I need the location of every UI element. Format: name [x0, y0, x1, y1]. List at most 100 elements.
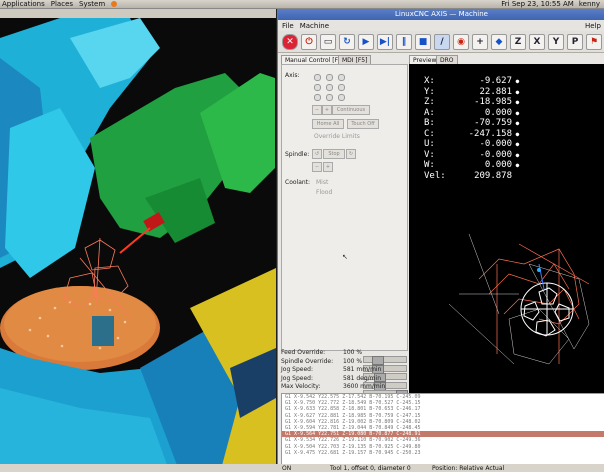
- touch-off-button[interactable]: Touch Off: [347, 119, 379, 129]
- menu-applications[interactable]: Applications: [2, 0, 45, 8]
- play-icon: ▶: [362, 36, 370, 47]
- preview-canvas[interactable]: X: -9.627 ● Y: 22.881 ● Z: -18.985 ● A: 0.000 ●…: [409, 64, 604, 396]
- menubar: File Machine Help: [278, 20, 604, 31]
- gcode-listing[interactable]: G1 X-9.542 Y22.575 Z-17.542 B-70.195 C-2…: [281, 393, 604, 464]
- system-panel: Applications Places System Fri Sep 23, 1…: [0, 0, 604, 9]
- tool-info: Tool 1, offset 0, diameter 0: [330, 464, 411, 472]
- flood-checkbox[interactable]: Flood: [316, 189, 332, 196]
- sim-title-bar: [0, 9, 276, 18]
- override-row: Spindle Override: 100 %: [281, 357, 409, 374]
- run-button[interactable]: ▶: [358, 33, 374, 50]
- spindle-label: Spindle:: [285, 151, 310, 158]
- axis-radio-c[interactable]: [338, 84, 345, 91]
- status-bar: ON Tool 1, offset 0, diameter 0 Position…: [0, 464, 604, 472]
- broom-icon: ⚑: [589, 36, 599, 47]
- window-title: LinuxCNC AXIS — Machine: [278, 9, 604, 20]
- override-label: Jog Speed:: [281, 366, 313, 373]
- home-all-button[interactable]: Home All: [312, 119, 344, 129]
- override-limits-checkbox[interactable]: Override Limits: [314, 133, 360, 140]
- step-button[interactable]: ▶|: [377, 33, 393, 50]
- spindle-cw-button[interactable]: ↻: [346, 149, 356, 159]
- jog-increment-select[interactable]: Continuous: [332, 105, 370, 115]
- power-button[interactable]: ⏻: [301, 33, 317, 50]
- menu-machine[interactable]: Machine: [300, 22, 329, 30]
- override-label: Spindle Override:: [281, 357, 334, 365]
- stop-icon: ■: [418, 36, 428, 47]
- menu-file[interactable]: File: [282, 22, 294, 30]
- reload-icon: ↻: [343, 36, 351, 47]
- override-label: Feed Override:: [281, 349, 326, 356]
- override-value: 581 deg/min: [343, 374, 382, 382]
- machine-state: ON: [282, 464, 292, 472]
- jog-minus-button[interactable]: −: [312, 105, 322, 115]
- mist-checkbox[interactable]: Mist: [316, 179, 328, 186]
- block-delete-button[interactable]: /: [434, 33, 450, 50]
- view-z-label: Z: [514, 36, 522, 47]
- view-x-label: X: [533, 36, 541, 47]
- override-row: Jog Speed: 581 mm/min: [281, 366, 409, 382]
- clear-plot-button[interactable]: ⚑: [586, 33, 602, 50]
- manual-control-panel: Axis: − + Continuous Home All Touch Off …: [281, 64, 408, 351]
- axis-radio-a[interactable]: [314, 84, 321, 91]
- toolpath-preview[interactable]: [409, 64, 604, 396]
- spindle-slower-button[interactable]: −: [312, 162, 322, 172]
- axis-radio-x[interactable]: [314, 74, 321, 81]
- spindle-ccw-button[interactable]: ↺: [312, 149, 322, 159]
- override-value: 3600 mm/min: [343, 383, 386, 390]
- optional-stop-button[interactable]: ◉: [453, 33, 469, 50]
- browser-icon[interactable]: [111, 1, 118, 7]
- override-row: Jog Speed: 581 deg/min: [281, 374, 409, 391]
- machine-3d-view[interactable]: [0, 18, 276, 464]
- pause-icon: ‖: [401, 36, 407, 47]
- override-label: Max Velocity:: [281, 383, 321, 390]
- block-delete-icon: /: [440, 36, 444, 47]
- power-icon: ⏻: [305, 36, 313, 47]
- axis-radio-b[interactable]: [326, 84, 333, 91]
- override-value: 100 %: [343, 357, 363, 365]
- pause-button[interactable]: ‖: [396, 33, 412, 50]
- machine-simulation-window[interactable]: [0, 9, 276, 464]
- menu-system[interactable]: System: [79, 0, 105, 8]
- open-file-button[interactable]: ▭: [320, 33, 336, 50]
- view-x-button[interactable]: X: [529, 33, 545, 50]
- step-icon: ▶|: [379, 36, 391, 47]
- view-p-label: P: [571, 36, 579, 47]
- spindle-faster-button[interactable]: +: [323, 162, 333, 172]
- axis-radio-y[interactable]: [326, 74, 333, 81]
- mouse-cursor-icon: ↖: [342, 253, 348, 261]
- estop-icon: ✕: [286, 36, 294, 47]
- zoom-in-icon: +: [476, 36, 484, 47]
- zoom-out-icon: ◆: [495, 36, 503, 47]
- zoom-in-button[interactable]: +: [472, 33, 488, 50]
- optional-stop-icon: ◉: [457, 36, 465, 47]
- axis-label: Axis:: [285, 72, 300, 79]
- zoom-out-button[interactable]: ◆: [491, 33, 507, 50]
- override-value: 581 mm/min: [343, 366, 382, 373]
- view-p-button[interactable]: P: [567, 33, 583, 50]
- toolbar: ✕ ⏻ ▭ ↻ ▶ ▶| ‖ ■ / ◉ + ◆ Z X Y P ⚑: [278, 31, 604, 53]
- axis-radio-w[interactable]: [338, 94, 345, 101]
- jog-plus-button[interactable]: +: [322, 105, 332, 115]
- view-y-label: Y: [552, 36, 560, 47]
- view-y-button[interactable]: Y: [548, 33, 564, 50]
- estop-button[interactable]: ✕: [282, 33, 298, 50]
- view-z-button[interactable]: Z: [510, 33, 526, 50]
- override-row: Max Velocity: 3600 mm/min: [281, 383, 409, 399]
- folder-icon: ▭: [323, 36, 333, 47]
- gcode-line[interactable]: G1 X-9.475 Y22.681 Z-19.157 B-70.945 C-2…: [282, 450, 604, 456]
- axis-radio-u[interactable]: [314, 94, 321, 101]
- menu-help[interactable]: Help: [585, 22, 604, 30]
- spindle-stop-button[interactable]: Stop: [323, 149, 345, 159]
- user-name[interactable]: kenny: [579, 0, 600, 8]
- override-value: 100 %: [343, 349, 363, 356]
- override-row: Feed Override: 100 %: [281, 349, 409, 365]
- axis-radio-z[interactable]: [338, 74, 345, 81]
- menu-places[interactable]: Places: [51, 0, 73, 8]
- stop-button[interactable]: ■: [415, 33, 431, 50]
- position-mode: Position: Relative Actual: [432, 464, 505, 472]
- coolant-label: Coolant:: [285, 179, 311, 186]
- axis-radio-v[interactable]: [326, 94, 333, 101]
- clock[interactable]: Fri Sep 23, 10:55 AM: [501, 0, 574, 8]
- axis-gui-window[interactable]: LinuxCNC AXIS — Machine File Machine Hel…: [277, 9, 604, 464]
- reload-button[interactable]: ↻: [339, 33, 355, 50]
